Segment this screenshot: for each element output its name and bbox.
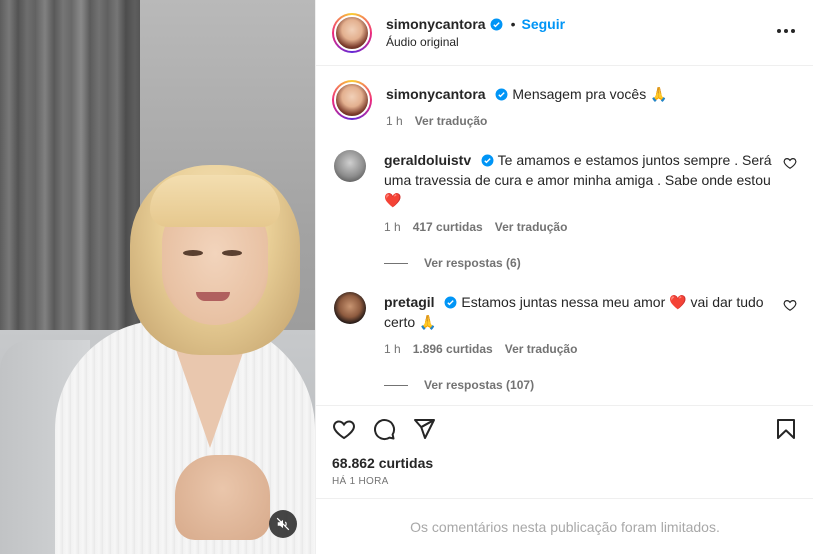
commenter-avatar[interactable]: [334, 292, 366, 324]
comment-item: pretagil Estamos juntas nessa meu amor ❤…: [332, 292, 797, 356]
post-timestamp[interactable]: HÁ 1 HORA: [332, 476, 798, 487]
likes-count[interactable]: 68.862 curtidas: [332, 455, 798, 471]
verified-badge-icon: [481, 154, 494, 167]
comment-heart-icon[interactable]: [783, 156, 797, 170]
caption: simonycantora Mensagem pra vocês 🙏 1 h V…: [332, 80, 797, 128]
post-header: simonycantora • Seguir Áudio original: [316, 0, 813, 66]
more-options-icon[interactable]: [777, 22, 795, 40]
verified-badge-icon: [495, 88, 508, 101]
commenter-username[interactable]: geraldoluistv: [384, 152, 471, 168]
caption-text: Mensagem pra vocês 🙏: [512, 86, 668, 102]
comments-list: simonycantora Mensagem pra vocês 🙏 1 h V…: [316, 66, 813, 396]
view-replies-button[interactable]: Ver respostas (6): [384, 256, 797, 270]
person-hands: [175, 455, 270, 540]
author-username[interactable]: simonycantora: [386, 16, 486, 32]
instagram-post: simonycantora • Seguir Áudio original si…: [0, 0, 813, 554]
comment-item: geraldoluistv Te amamos e estamos juntos…: [332, 150, 797, 234]
comment-likes[interactable]: 1.896 curtidas: [413, 342, 493, 356]
caption-username[interactable]: simonycantora: [386, 86, 486, 102]
comments-limited-notice: Os comentários nesta publicação foram li…: [316, 498, 813, 554]
comment-icon[interactable]: [372, 417, 396, 441]
bookmark-icon[interactable]: [774, 417, 798, 441]
mute-toggle-button[interactable]: [269, 510, 297, 538]
see-translation-link[interactable]: Ver tradução: [415, 114, 488, 128]
commenter-username[interactable]: pretagil: [384, 294, 435, 310]
caption-author-avatar[interactable]: [332, 80, 372, 120]
commenter-avatar[interactable]: [334, 150, 366, 182]
muted-speaker-icon: [276, 517, 290, 531]
heart-icon[interactable]: [332, 417, 356, 441]
post-video[interactable]: [0, 0, 315, 554]
comment-time: 1 h: [384, 220, 401, 234]
verified-badge-icon: [490, 18, 503, 31]
original-audio-link[interactable]: Áudio original: [386, 35, 565, 49]
post-details-panel: simonycantora • Seguir Áudio original si…: [315, 0, 813, 554]
see-translation-link[interactable]: Ver tradução: [495, 220, 568, 234]
comment-text: Estamos juntas nessa meu amor ❤️ vai dar…: [384, 294, 764, 330]
comment-time: 1 h: [384, 342, 401, 356]
share-icon[interactable]: [412, 417, 436, 441]
view-replies-button[interactable]: Ver respostas (107): [384, 378, 797, 392]
header-separator: •: [510, 16, 516, 32]
see-translation-link[interactable]: Ver tradução: [505, 342, 578, 356]
comment-likes[interactable]: 417 curtidas: [413, 220, 483, 234]
verified-badge-icon: [444, 296, 457, 309]
comment-heart-icon[interactable]: [783, 298, 797, 312]
author-avatar[interactable]: [332, 12, 372, 53]
follow-button[interactable]: Seguir: [522, 16, 566, 32]
caption-time: 1 h: [386, 114, 403, 128]
